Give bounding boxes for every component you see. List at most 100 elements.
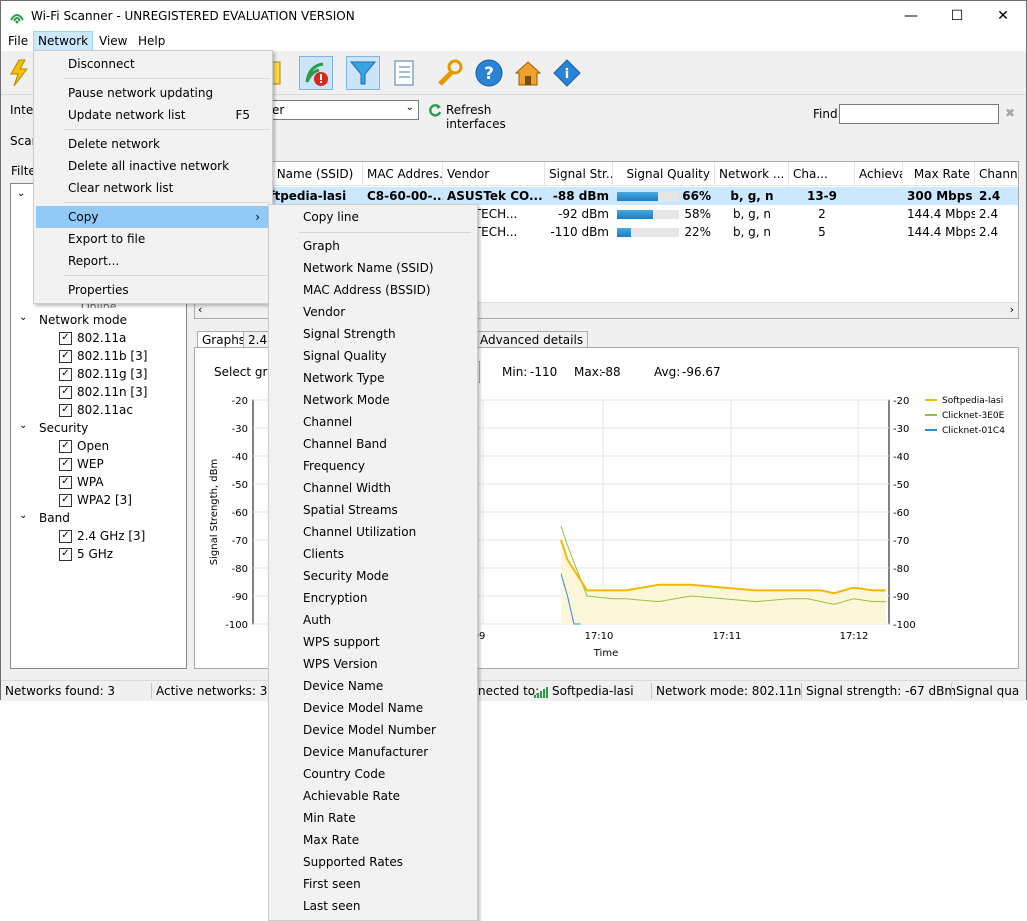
- checkbox-checked-icon[interactable]: ✓: [59, 350, 72, 363]
- menu-item-export-to-file[interactable]: Export to file: [36, 228, 268, 250]
- interface-combo[interactable]: er ⌄: [261, 100, 419, 120]
- menu-item-properties[interactable]: Properties: [36, 279, 268, 301]
- refresh-interfaces-button[interactable]: Refresh interfaces: [428, 102, 538, 131]
- menu-item-copy-channel-utilization[interactable]: Channel Utilization: [271, 521, 475, 543]
- checkbox-checked-icon[interactable]: ✓: [59, 368, 72, 381]
- column-header[interactable]: Chann: [975, 162, 1018, 186]
- menu-item-copy-network-type[interactable]: Network Type: [271, 367, 475, 389]
- menu-item-disconnect[interactable]: Disconnect: [36, 53, 268, 75]
- help-icon[interactable]: ?: [472, 56, 506, 90]
- menu-item-copy-signal-quality[interactable]: Signal Quality: [271, 345, 475, 367]
- tree-checkbox-item[interactable]: ✓ WPA: [59, 475, 104, 489]
- connect-icon[interactable]: [3, 56, 37, 90]
- filter-icon[interactable]: [346, 56, 380, 90]
- menu-network[interactable]: Network: [33, 31, 94, 51]
- checkbox-checked-icon[interactable]: ✓: [59, 386, 72, 399]
- menu-item-copy-channel-band[interactable]: Channel Band: [271, 433, 475, 455]
- column-header[interactable]: Vendor: [443, 162, 545, 186]
- column-header[interactable]: Achievable ...: [855, 162, 903, 186]
- column-header[interactable]: Signal Quality: [613, 162, 715, 186]
- menu-item-copy-network-name-ssid[interactable]: Network Name (SSID): [271, 257, 475, 279]
- menu-item-copy-signal-strength[interactable]: Signal Strength: [271, 323, 475, 345]
- checkbox-checked-icon[interactable]: ✓: [59, 476, 72, 489]
- collapse-icon[interactable]: ⌄: [19, 420, 27, 431]
- list-icon[interactable]: [387, 56, 421, 90]
- tree-checkbox-item[interactable]: ✓ Open: [59, 439, 109, 453]
- menu-item-copy-vendor[interactable]: Vendor: [271, 301, 475, 323]
- tree-checkbox-item[interactable]: ✓ WEP: [59, 457, 104, 471]
- menu-item-clear-network-list[interactable]: Clear network list: [36, 177, 268, 199]
- tree-checkbox-item[interactable]: ✓ WPA2 [3]: [59, 493, 132, 507]
- menu-item-copy-encryption[interactable]: Encryption: [271, 587, 475, 609]
- menu-item-copy-achievable-rate[interactable]: Achievable Rate: [271, 785, 475, 807]
- checkbox-checked-icon[interactable]: ✓: [59, 458, 72, 471]
- menu-item-copy-max-rate[interactable]: Max Rate: [271, 829, 475, 851]
- close-button[interactable]: ✕: [980, 1, 1026, 31]
- scroll-right-icon[interactable]: ›: [1010, 303, 1014, 316]
- menu-item-copy-device-name[interactable]: Device Name: [271, 675, 475, 697]
- menu-item-copy-channel[interactable]: Channel: [271, 411, 475, 433]
- checkbox-checked-icon[interactable]: ✓: [59, 332, 72, 345]
- collapse-icon[interactable]: ⌄: [19, 312, 27, 323]
- menu-file[interactable]: File: [8, 34, 28, 48]
- tree-checkbox-item[interactable]: ✓ 802.11b [3]: [59, 349, 147, 363]
- table-row[interactable]: oftpedia-lasi C8-60-00-... ASUSTek CO... -8…: [195, 187, 1018, 205]
- checkbox-checked-icon[interactable]: ✓: [59, 530, 72, 543]
- menu-item-report[interactable]: Report...: [36, 250, 268, 272]
- menu-item-pause-network-updating[interactable]: Pause network updating: [36, 82, 268, 104]
- checkbox-checked-icon[interactable]: ✓: [59, 404, 72, 417]
- menu-item-copy-device-model-number[interactable]: Device Model Number: [271, 719, 475, 741]
- minimize-button[interactable]: —: [888, 1, 934, 31]
- tree-group-2[interactable]: Band: [39, 511, 70, 525]
- column-header[interactable]: Cha...: [789, 162, 855, 186]
- tree-group-0[interactable]: Network mode: [39, 313, 127, 327]
- info-icon[interactable]: i: [550, 56, 584, 90]
- menu-item-copy-device-model-name[interactable]: Device Model Name: [271, 697, 475, 719]
- menu-item-copy-auth[interactable]: Auth: [271, 609, 475, 631]
- menu-item-copy-first-seen[interactable]: First seen: [271, 873, 475, 895]
- menu-item-copy-min-rate[interactable]: Min Rate: [271, 807, 475, 829]
- menu-item-update-network-list[interactable]: Update network list F5: [36, 104, 268, 126]
- menu-item-copy-spatial-streams[interactable]: Spatial Streams: [271, 499, 475, 521]
- tree-checkbox-item[interactable]: ✓ 2.4 GHz [3]: [59, 529, 145, 543]
- menu-item-copy-country-code[interactable]: Country Code: [271, 763, 475, 785]
- checkbox-checked-icon[interactable]: ✓: [59, 548, 72, 561]
- menu-item-copy-last-seen[interactable]: Last seen: [271, 895, 475, 917]
- menu-view[interactable]: View: [99, 34, 127, 48]
- tree-group-1[interactable]: Security: [39, 421, 88, 435]
- menu-item-copy-security-mode[interactable]: Security Mode: [271, 565, 475, 587]
- menu-help[interactable]: Help: [138, 34, 165, 48]
- menu-item-copy-clients[interactable]: Clients: [271, 543, 475, 565]
- menu-item-copy-mac-address-bssid[interactable]: MAC Address (BSSID): [271, 279, 475, 301]
- menu-item-copy-graph[interactable]: Graph: [271, 235, 475, 257]
- menu-item-copy-supported-rates[interactable]: Supported Rates: [271, 851, 475, 873]
- home-icon[interactable]: [511, 56, 545, 90]
- tree-checkbox-item[interactable]: ✓ 5 GHz: [59, 547, 113, 561]
- alert-icon[interactable]: [299, 56, 333, 90]
- menu-item-copy-frequency[interactable]: Frequency: [271, 455, 475, 477]
- column-header[interactable]: MAC Addres...: [363, 162, 443, 186]
- column-header[interactable]: Max Rate: [903, 162, 975, 186]
- menu-item-copy-wps-version[interactable]: WPS Version: [271, 653, 475, 675]
- collapse-icon[interactable]: ⌄: [19, 510, 27, 521]
- menu-item-delete-all-inactive-network[interactable]: Delete all inactive network: [36, 155, 268, 177]
- checkbox-checked-icon[interactable]: ✓: [59, 440, 72, 453]
- find-clear-icon[interactable]: ✖: [1005, 106, 1015, 120]
- menu-item-copy-network-mode[interactable]: Network Mode: [271, 389, 475, 411]
- scroll-left-icon[interactable]: ‹: [198, 303, 202, 316]
- tree-checkbox-item[interactable]: ✓ 802.11ac: [59, 403, 133, 417]
- collapse-icon[interactable]: ⌄: [17, 188, 25, 199]
- column-header[interactable]: Signal Str...: [545, 162, 613, 186]
- title-bar[interactable]: Wi-Fi Scanner - UNREGISTERED EVALUATION …: [1, 1, 1026, 31]
- maximize-button[interactable]: ☐: [934, 1, 980, 31]
- settings-wrench-icon[interactable]: [433, 56, 467, 90]
- checkbox-checked-icon[interactable]: ✓: [59, 494, 72, 507]
- tree-checkbox-item[interactable]: ✓ 802.11a: [59, 331, 126, 345]
- menu-item-copy-channel-width[interactable]: Channel Width: [271, 477, 475, 499]
- menu-item-copy-wps-support[interactable]: WPS support: [271, 631, 475, 653]
- menu-item-copy-line[interactable]: Copy line: [271, 206, 475, 228]
- menu-item-copy[interactable]: Copy ›: [36, 206, 268, 228]
- tree-checkbox-item[interactable]: ✓ 802.11n [3]: [59, 385, 147, 399]
- menu-item-delete-network[interactable]: Delete network: [36, 133, 268, 155]
- tree-checkbox-item[interactable]: ✓ 802.11g [3]: [59, 367, 147, 381]
